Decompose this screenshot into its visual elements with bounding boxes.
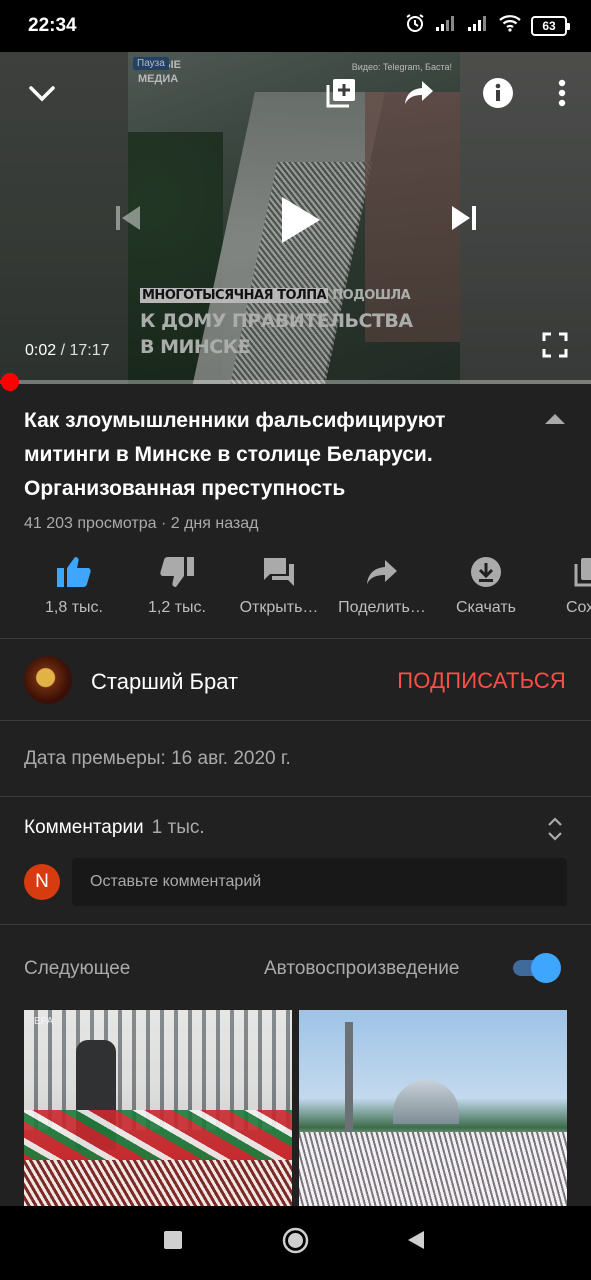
duration: 17:17 — [69, 342, 110, 359]
divider — [0, 796, 591, 797]
divider — [0, 638, 591, 639]
navigation-bar — [0, 1206, 591, 1280]
up-next-title: Следующее — [24, 958, 131, 979]
up-next-thumbnails: EPA — [24, 1010, 567, 1206]
alarm-icon — [405, 13, 425, 38]
view-count: 41 203 просмотра — [24, 515, 157, 532]
status-icons: 63 — [405, 13, 570, 38]
share-icon[interactable] — [400, 74, 438, 112]
like-button[interactable]: 1,8 тыс. — [22, 555, 126, 617]
info-icon[interactable] — [479, 74, 517, 112]
battery-icon: 63 — [531, 15, 570, 36]
video-title[interactable]: Как злоумышленники фальсифицируют митинг… — [24, 404, 514, 506]
status-time: 22:34 — [28, 15, 77, 36]
download-button[interactable]: Скачать — [434, 555, 538, 617]
divider — [0, 924, 591, 925]
signal-icon-2 — [467, 14, 489, 37]
chat-icon — [227, 555, 331, 589]
more-options-icon[interactable] — [548, 74, 576, 112]
signal-icon — [435, 14, 457, 37]
comments-title: Комментарии — [24, 817, 144, 838]
upload-age: 2 дня назад — [170, 515, 259, 532]
comment-input[interactable]: Оставьте комментарий — [72, 858, 567, 906]
next-icon[interactable] — [444, 198, 484, 238]
video-meta: 41 203 просмотра · 2 дня назад — [24, 515, 259, 532]
collapse-chevron-icon[interactable] — [24, 76, 60, 112]
play-icon[interactable] — [270, 190, 330, 250]
download-icon — [434, 555, 538, 589]
current-time: 0:02 — [25, 342, 57, 359]
recents-square-icon[interactable] — [163, 1230, 183, 1255]
share-button[interactable]: Поделить… — [330, 555, 434, 617]
save-icon — [537, 555, 591, 589]
add-to-playlist-icon[interactable] — [322, 74, 360, 112]
back-triangle-icon[interactable] — [406, 1230, 426, 1255]
home-circle-icon[interactable] — [282, 1227, 309, 1259]
wifi-icon — [499, 14, 521, 37]
video-player[interactable]: РЫТЫЕ МЕДИА Пауза Видео: Telegram, Баста… — [0, 52, 591, 384]
expand-description-icon[interactable] — [544, 412, 566, 431]
divider — [0, 720, 591, 721]
dislike-button[interactable]: 1,2 тыс. — [125, 555, 229, 617]
thumb-down-icon — [125, 555, 229, 589]
channel-avatar[interactable] — [24, 656, 72, 704]
thumbnail-watermark: EPA — [34, 1016, 54, 1027]
subscribe-button[interactable]: ПОДПИСАТЬСЯ — [397, 668, 566, 694]
status-bar: 22:34 63 — [0, 0, 591, 52]
expand-comments-icon[interactable] — [545, 816, 565, 847]
action-row: 1,8 тыс. 1,2 тыс. Открыть… Поделить… Ска… — [0, 555, 591, 625]
open-chat-button[interactable]: Открыть… — [227, 555, 331, 617]
save-button[interactable]: Сохра — [537, 555, 591, 617]
playback-time: 0:02 / 17:17 — [25, 342, 110, 359]
share-arrow-icon — [330, 555, 434, 589]
channel-row[interactable]: Старший Брат ПОДПИСАТЬСЯ — [0, 640, 591, 720]
video-thumbnail[interactable]: EPA — [24, 1010, 292, 1206]
channel-name[interactable]: Старший Брат — [91, 669, 238, 695]
progress-scrubber[interactable] — [1, 373, 20, 391]
comments-count: 1 тыс. — [151, 817, 205, 838]
comments-header[interactable]: Комментарии 1 тыс. — [24, 817, 205, 839]
autoplay-toggle[interactable] — [513, 953, 561, 983]
autoplay-label: Автовоспроизведение — [264, 958, 460, 979]
previous-icon[interactable] — [108, 198, 148, 238]
thumb-up-icon — [22, 555, 126, 589]
premiere-date: Дата премьеры: 16 авг. 2020 г. — [24, 748, 291, 769]
fullscreen-icon[interactable] — [538, 328, 572, 362]
user-avatar: N — [24, 864, 60, 900]
video-thumbnail[interactable] — [299, 1010, 567, 1206]
progress-bar[interactable] — [0, 373, 591, 391]
